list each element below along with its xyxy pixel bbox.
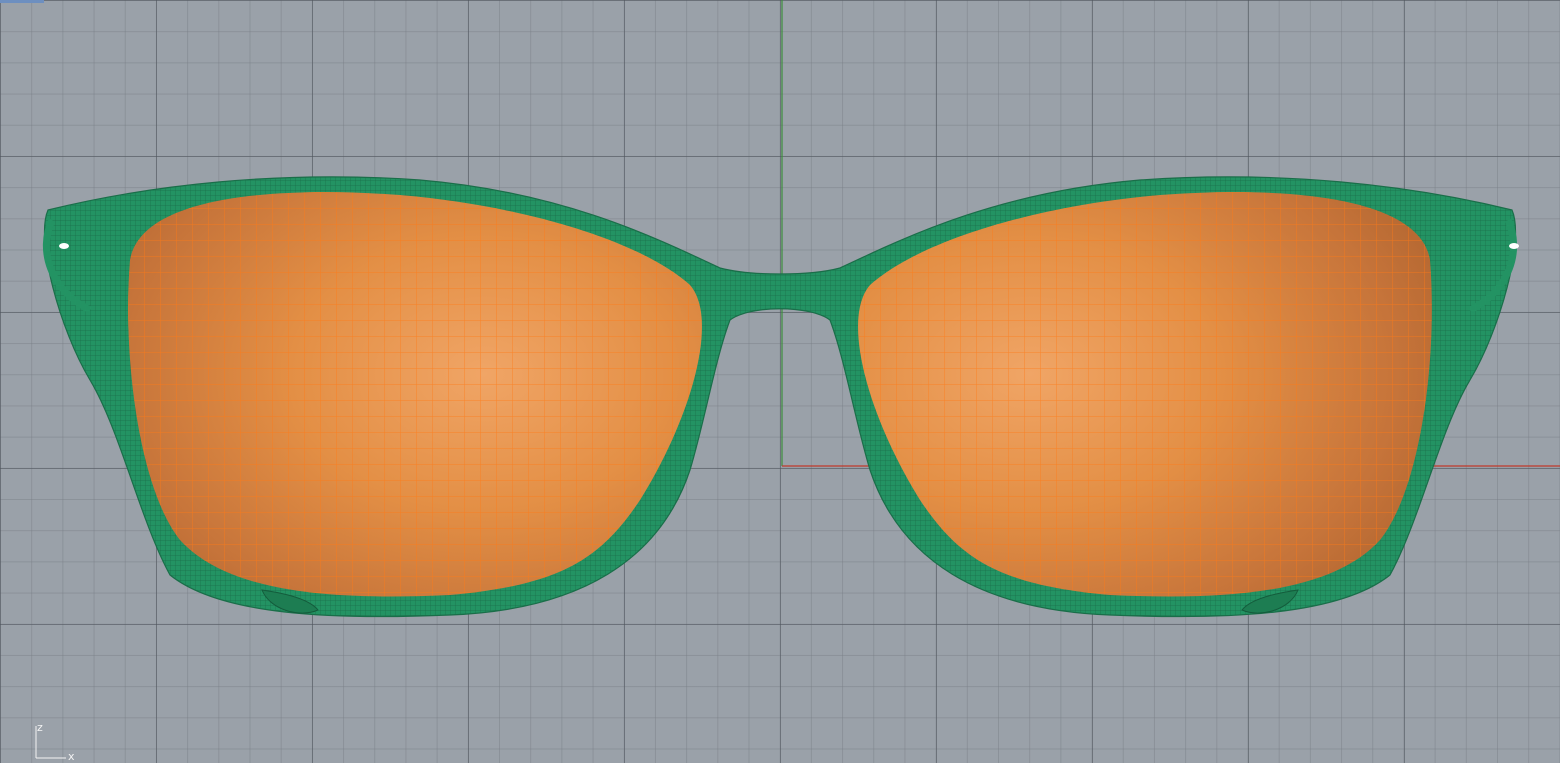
hinge-highlight-right	[1509, 243, 1519, 249]
axis-x-letter: x	[68, 750, 75, 763]
front-viewport[interactable]: z x	[0, 0, 1560, 763]
axis-orientation-widget: z x	[30, 718, 90, 763]
axis-z-letter: z	[37, 721, 43, 734]
hinge-highlight-left	[59, 243, 69, 249]
viewport-canvas[interactable]	[0, 0, 1560, 763]
